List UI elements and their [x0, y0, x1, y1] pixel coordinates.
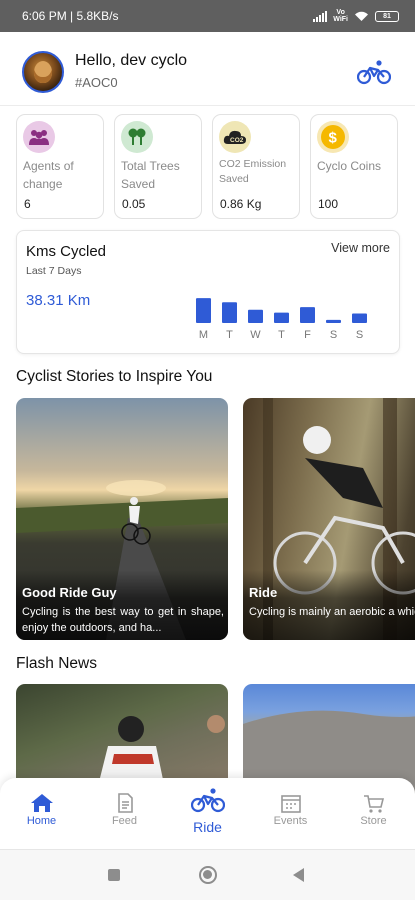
chart-bar: [248, 309, 263, 323]
stories-section-title: Cyclist Stories to Inspire You: [16, 368, 213, 385]
nav-ride[interactable]: Ride: [166, 778, 249, 850]
kms-subtitle: Last 7 Days: [26, 265, 82, 277]
story-title: Ride: [249, 585, 278, 600]
svg-text:CO2: CO2: [230, 137, 244, 144]
chart-bar: [222, 302, 237, 323]
greeting-text: Hello, dev cyclo: [75, 52, 188, 69]
nav-store[interactable]: Store: [332, 778, 415, 850]
status-icons: Vo WiFi 81: [313, 9, 399, 23]
chart-bar: [274, 312, 289, 323]
avatar[interactable]: [22, 51, 64, 93]
chart-day-label: S: [330, 329, 337, 341]
nav-label: Events: [273, 815, 308, 827]
user-code: #AOC0: [75, 75, 118, 90]
back-button[interactable]: [293, 868, 304, 882]
vowifi-badge: Vo WiFi: [333, 9, 348, 23]
story-title: Good Ride Guy: [22, 585, 117, 600]
chart-day-label: S: [356, 329, 363, 341]
svg-text:$: $: [329, 130, 338, 147]
nav-home[interactable]: Home: [0, 778, 83, 850]
signal-icon: [313, 10, 328, 22]
kms-cycled-card: Kms Cycled Last 7 Days View more 38.31 K…: [16, 230, 400, 354]
people-icon: [23, 121, 55, 153]
stat-value: 6: [24, 197, 31, 211]
nav-label: Store: [360, 815, 387, 827]
chart-day-label: W: [250, 329, 261, 341]
bicycle-icon[interactable]: [357, 59, 391, 85]
status-time: 6:06 PM | 5.8KB/s: [22, 9, 119, 23]
battery-icon: 81: [375, 10, 399, 22]
bicycle-icon: [190, 788, 225, 813]
recents-button[interactable]: [108, 869, 120, 881]
kms-value: 38.31 Km: [26, 292, 91, 309]
stat-card-agents[interactable]: Agents of change 6: [16, 114, 104, 219]
document-icon: [117, 793, 133, 813]
stat-value: 100: [318, 197, 339, 211]
story-text: Cycling is mainly an aerobic a which mea…: [249, 606, 415, 618]
nav-label: Feed: [111, 815, 138, 827]
nav-label: Ride: [193, 819, 222, 835]
stat-value: 0.86 Kg: [220, 197, 262, 211]
wifi-icon: [355, 11, 368, 21]
battery-level: 81: [383, 12, 391, 20]
stat-cards: Agents of change 6 Total Trees Saved 0.0…: [16, 114, 398, 219]
co2-cloud-icon: CO2: [219, 121, 251, 153]
coin-icon: $: [317, 121, 349, 153]
bottom-nav: Home Feed Ride Events Store: [0, 778, 415, 850]
chart-bar: [196, 298, 211, 323]
kms-title: Kms Cycled: [26, 243, 107, 260]
chart-day-label: M: [199, 329, 208, 341]
news-section-title: Flash News: [16, 655, 97, 672]
trees-icon: [121, 121, 153, 153]
chart-day-label: F: [304, 329, 311, 341]
chart-bar: [352, 313, 367, 323]
nav-events[interactable]: Events: [249, 778, 332, 850]
story-card[interactable]: Ride Cycling is mainly an aerobic a whic…: [243, 398, 415, 640]
nav-feed[interactable]: Feed: [83, 778, 166, 850]
android-nav-bar: [0, 850, 415, 900]
chart-bar: [300, 307, 315, 323]
view-more-link[interactable]: View more: [331, 241, 390, 255]
nav-label: Home: [26, 815, 57, 827]
status-bar: 6:06 PM | 5.8KB/s Vo WiFi 81: [0, 0, 415, 32]
chart-day-label: T: [226, 329, 233, 341]
chart-bar: [326, 319, 341, 323]
calendar-icon: [280, 795, 301, 813]
story-text: Cycling is the best way to get in shape,…: [22, 606, 224, 634]
app-header: Hello, dev cyclo #AOC0: [0, 32, 415, 106]
stat-card-coins[interactable]: $ Cyclo Coins 100: [310, 114, 398, 219]
stat-value: 0.05: [122, 197, 146, 211]
stat-card-co2[interactable]: CO2 CO2 Emission Saved 0.86 Kg: [212, 114, 300, 219]
kms-bar-chart: MTWTFSS: [196, 298, 367, 341]
home-icon: [30, 794, 53, 812]
cart-icon: [363, 795, 384, 813]
chart-day-label: T: [278, 329, 285, 341]
stat-label: Cyclo Coins: [317, 159, 382, 173]
stat-label: CO2 Emission Saved: [219, 158, 287, 185]
stat-label: Total Trees Saved: [121, 159, 180, 191]
home-button[interactable]: [199, 866, 217, 884]
stat-card-trees[interactable]: Total Trees Saved 0.05: [114, 114, 202, 219]
story-card[interactable]: Good Ride Guy Cycling is the best way to…: [16, 398, 228, 640]
stat-label: Agents of change: [23, 159, 74, 191]
